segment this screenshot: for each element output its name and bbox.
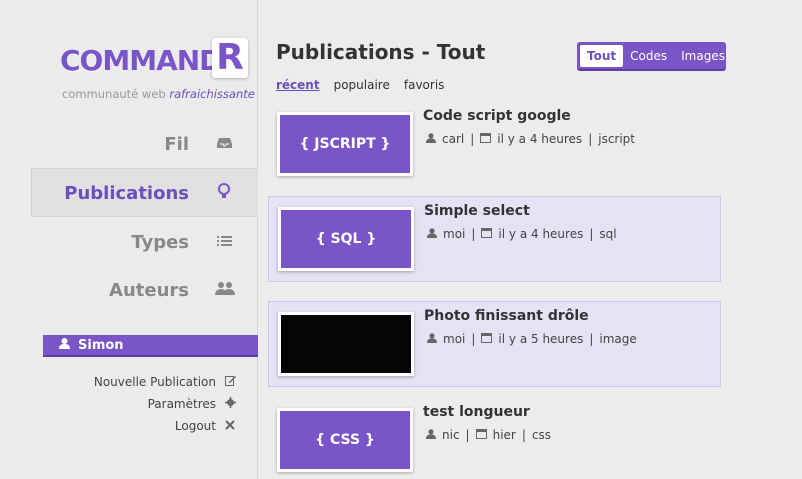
inbox-icon	[215, 135, 233, 153]
tagline-prefix: communauté web	[62, 87, 166, 101]
user-bar[interactable]: Simon	[43, 335, 258, 357]
logout-link[interactable]: Logout	[175, 419, 237, 433]
user-icon	[426, 428, 436, 442]
publication-type[interactable]: image	[599, 332, 636, 346]
link-label: Nouvelle Publication	[93, 375, 216, 389]
publication-type[interactable]: sql	[599, 227, 616, 241]
calendar-icon	[481, 227, 493, 241]
edit-icon	[223, 375, 237, 389]
sidebar: COMMAND R communauté web rafraichissante…	[0, 0, 258, 479]
calendar-icon	[481, 332, 493, 346]
tagline-emph: rafraichissante	[169, 87, 255, 101]
separator: |	[588, 132, 593, 146]
publication-author[interactable]: nic	[442, 428, 460, 442]
publication-item[interactable]: { SQL } Simple select moi | il y a 4 heu…	[268, 196, 721, 282]
nav-label: Publications	[64, 182, 189, 204]
publication-author[interactable]: moi	[443, 227, 465, 241]
publication-time: il y a 4 heures	[498, 227, 584, 241]
nav-item-types[interactable]: Types	[131, 218, 233, 266]
lightbulb-icon	[215, 183, 233, 203]
calendar-icon	[475, 428, 487, 442]
separator: |	[589, 332, 594, 346]
publication-author[interactable]: moi	[443, 332, 465, 346]
publication-time: il y a 5 heures	[498, 332, 584, 346]
logo-letter: R	[212, 38, 248, 78]
close-icon	[223, 419, 237, 433]
group-icon	[215, 281, 235, 299]
nav-item-auteurs[interactable]: Auteurs	[109, 266, 235, 314]
separator: |	[465, 428, 470, 442]
publication-type[interactable]: css	[532, 428, 551, 442]
publication-time: hier	[492, 428, 516, 442]
user-icon	[426, 132, 436, 146]
nav-label: Fil	[164, 133, 189, 155]
tab-codes[interactable]: Codes	[623, 45, 674, 67]
user-icon	[427, 332, 437, 346]
settings-link[interactable]: Paramètres	[148, 397, 237, 411]
filter-popular[interactable]: populaire	[334, 78, 390, 92]
publication-type[interactable]: jscript	[598, 132, 635, 146]
publication-item[interactable]: Photo finissant drôle moi | il y a 5 heu…	[268, 301, 721, 387]
separator: |	[471, 332, 476, 346]
filter-tabs: récent populaire favoris	[276, 78, 444, 92]
publication-meta: carl | il y a 4 heures | jscript	[426, 132, 635, 146]
link-label: Paramètres	[147, 397, 216, 411]
publication-thumbnail[interactable]: { SQL }	[278, 207, 414, 271]
nav-item-publications[interactable]: Publications	[64, 169, 233, 217]
publication-item[interactable]: { JSCRIPT } Code script google carl | il…	[268, 102, 721, 188]
filter-recent[interactable]: récent	[276, 78, 320, 92]
list-icon	[215, 233, 233, 251]
calendar-icon	[480, 132, 492, 146]
separator: |	[470, 132, 475, 146]
publication-thumbnail[interactable]: { CSS }	[277, 408, 413, 472]
publication-meta: moi | il y a 5 heures | image	[427, 332, 637, 346]
nav-item-fil[interactable]: Fil	[164, 120, 233, 168]
user-icon	[427, 227, 437, 241]
publication-item[interactable]: { CSS } test longueur nic | hier | css	[268, 398, 721, 479]
separator: |	[471, 227, 476, 241]
user-icon	[59, 338, 70, 352]
tagline: communauté web rafraichissante	[62, 87, 255, 101]
nav-label: Types	[131, 231, 189, 253]
publication-meta: moi | il y a 4 heures | sql	[427, 227, 617, 241]
publication-thumbnail[interactable]: { JSCRIPT }	[277, 112, 413, 176]
publication-title[interactable]: test longueur	[423, 404, 530, 420]
separator: |	[589, 227, 594, 241]
logo[interactable]: COMMAND R	[60, 38, 250, 84]
new-publication-link[interactable]: Nouvelle Publication	[94, 375, 237, 389]
tab-images[interactable]: Images	[674, 45, 732, 67]
nav-label: Auteurs	[109, 279, 189, 301]
publication-author[interactable]: carl	[442, 132, 464, 146]
logo-text: COMMAND	[60, 44, 222, 77]
publication-title[interactable]: Photo finissant drôle	[424, 308, 589, 324]
separator: |	[521, 428, 526, 442]
publication-meta: nic | hier | css	[426, 428, 551, 442]
tab-tout[interactable]: Tout	[580, 44, 624, 67]
user-name: Simon	[78, 337, 124, 353]
filter-favorites[interactable]: favoris	[404, 78, 445, 92]
gear-icon	[223, 397, 237, 411]
link-label: Logout	[174, 419, 216, 433]
page-title: Publications - Tout	[276, 40, 486, 64]
publication-title[interactable]: Code script google	[423, 108, 571, 124]
publication-time: il y a 4 heures	[497, 132, 583, 146]
publication-title[interactable]: Simple select	[424, 203, 530, 219]
publication-thumbnail[interactable]	[278, 312, 414, 376]
type-segmented-control: Tout Codes Images	[577, 42, 726, 71]
